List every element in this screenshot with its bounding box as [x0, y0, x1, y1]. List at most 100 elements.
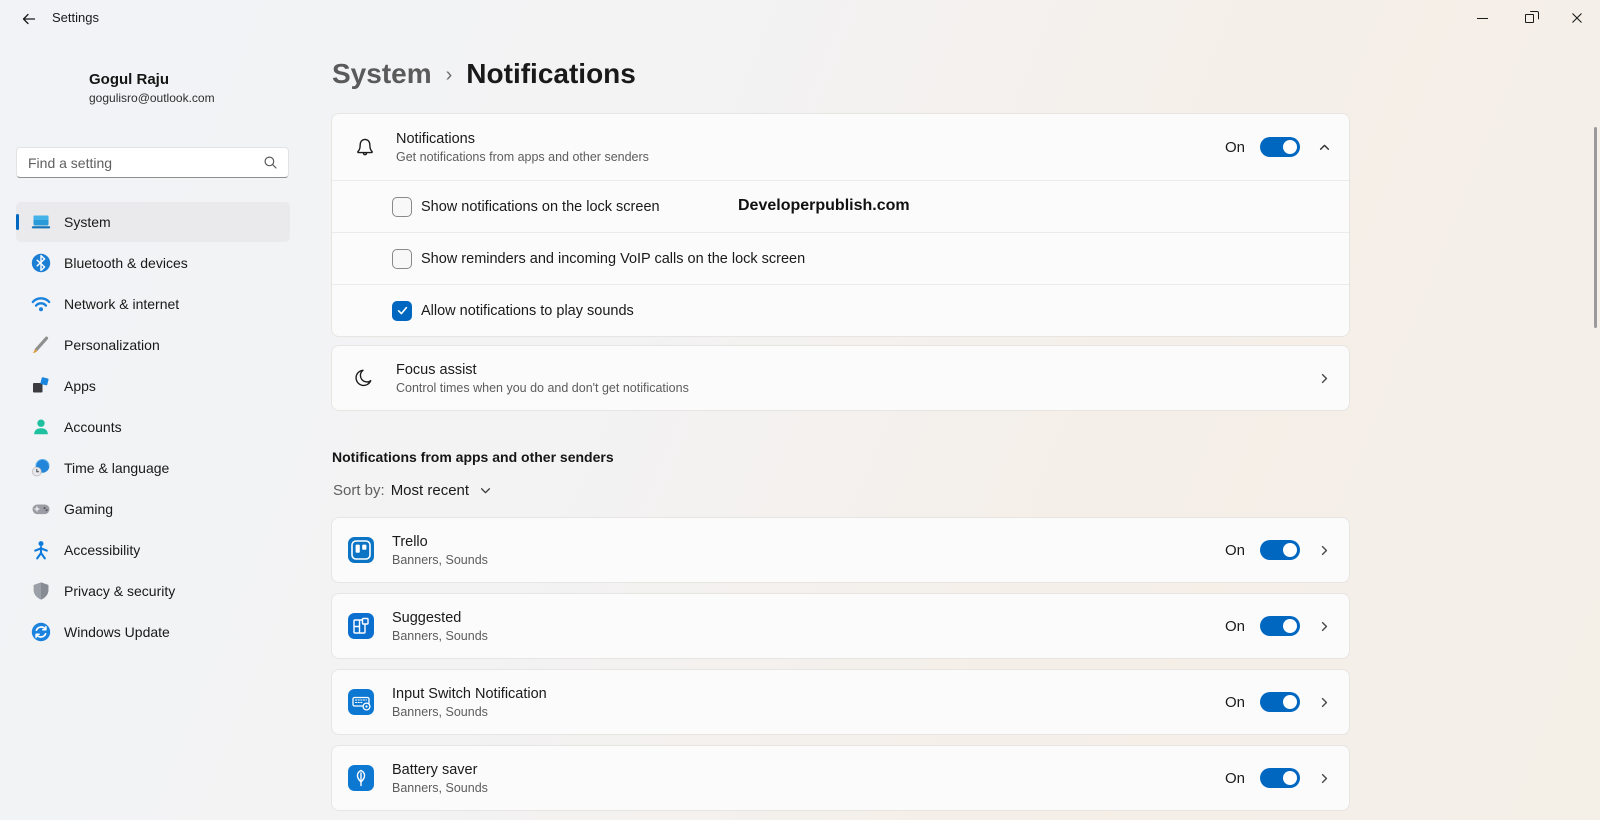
sidebar-item-label: Time & language	[64, 460, 170, 476]
moon-icon	[353, 366, 377, 390]
voip-calls-checkbox[interactable]	[392, 248, 412, 269]
sort-value: Most recent	[390, 482, 470, 499]
sidebar-item-privacy-security[interactable]: Privacy & security	[16, 571, 290, 611]
battery-saver-icon	[347, 764, 375, 792]
toggle-knob	[1283, 771, 1297, 785]
watermark-text: Developerpublish.com	[738, 197, 910, 214]
apps-icon	[30, 375, 52, 397]
app-name: Input Switch Notification	[392, 685, 547, 702]
sidebar-item-windows-update[interactable]: Windows Update	[16, 612, 290, 652]
breadcrumb-system[interactable]: System	[332, 58, 432, 90]
titlebar: Settings	[0, 0, 1600, 36]
chevron-right-icon	[1315, 769, 1333, 787]
search-icon	[263, 155, 278, 170]
sidebar-item-apps[interactable]: Apps	[16, 366, 290, 406]
sort-dropdown[interactable]: Sort by: Most recent	[333, 482, 492, 499]
lock-screen-notifications-checkbox[interactable]	[392, 196, 412, 217]
close-icon	[1571, 12, 1583, 24]
input-switch-icon	[347, 688, 375, 716]
notifications-toggle[interactable]	[1260, 137, 1300, 157]
trello-icon	[347, 536, 375, 564]
system-icon	[30, 211, 52, 233]
bell-icon	[353, 135, 377, 159]
chevron-right-icon	[1315, 369, 1333, 387]
chevron-right-icon	[1315, 617, 1333, 635]
notifications-subtitle: Get notifications from apps and other se…	[396, 149, 649, 164]
play-sounds-checkbox[interactable]	[392, 300, 412, 321]
restore-icon	[1525, 13, 1534, 23]
app-toggle-label: On	[1224, 769, 1245, 787]
notifications-expander: Notifications Get notifications from app…	[331, 113, 1350, 337]
app-name: Battery saver	[392, 761, 478, 778]
account-profile[interactable]: Gogul Raju gogulisro@outlook.com	[16, 58, 215, 118]
app-toggle-label: On	[1224, 693, 1245, 711]
focus-assist-title: Focus assist	[396, 361, 477, 378]
search-input[interactable]	[17, 154, 263, 171]
toggle-knob	[1283, 619, 1297, 633]
accounts-icon	[30, 416, 52, 438]
scrollbar[interactable]	[1594, 127, 1597, 328]
focus-assist-subtitle: Control times when you do and don't get …	[396, 380, 689, 395]
sidebar-item-accounts[interactable]: Accounts	[16, 407, 290, 447]
close-button[interactable]	[1553, 0, 1600, 36]
app-name: Suggested	[392, 609, 462, 626]
voip-calls-row: Show reminders and incoming VoIP calls o…	[332, 232, 1349, 284]
page-title: Notifications	[466, 58, 636, 89]
network-icon	[30, 293, 52, 315]
restore-button[interactable]	[1506, 0, 1553, 36]
sidebar-item-label: System	[64, 214, 111, 230]
chevron-up-icon[interactable]	[1315, 138, 1333, 156]
gaming-icon	[30, 498, 52, 520]
search-box[interactable]	[16, 147, 289, 178]
lock-screen-notifications-row: Show notifications on the lock screen De…	[332, 180, 1349, 232]
app-toggle[interactable]	[1260, 768, 1300, 788]
app-toggle-label: On	[1224, 617, 1245, 635]
suggested-icon	[347, 612, 375, 640]
sidebar-item-time-language[interactable]: Time & language	[16, 448, 290, 488]
sidebar-item-network-internet[interactable]: Network & internet	[16, 284, 290, 324]
sidebar-item-label: Bluetooth & devices	[64, 255, 188, 271]
check-icon	[396, 304, 409, 317]
back-button[interactable]	[12, 5, 46, 33]
selected-indicator	[16, 214, 19, 230]
arrow-left-icon	[21, 11, 37, 27]
app-detail: Banners, Sounds	[392, 780, 488, 795]
app-row-trello[interactable]: Trello Banners, Sounds On	[331, 517, 1350, 583]
minimize-icon	[1477, 17, 1488, 19]
notifications-header-row[interactable]: Notifications Get notifications from app…	[332, 114, 1349, 180]
sidebar-item-label: Gaming	[64, 501, 114, 517]
app-toggle[interactable]	[1260, 692, 1300, 712]
app-toggle[interactable]	[1260, 540, 1300, 560]
app-detail: Banners, Sounds	[392, 628, 488, 643]
focus-assist-row[interactable]: Focus assist Control times when you do a…	[331, 345, 1350, 411]
windows-update-icon	[30, 621, 52, 643]
sidebar-item-label: Accessibility	[64, 542, 141, 558]
app-title: Settings	[52, 10, 99, 25]
sidebar-nav: System Bluetooth & devices Network & int…	[16, 202, 290, 653]
accessibility-icon	[30, 539, 52, 561]
sidebar-item-label: Network & internet	[64, 296, 180, 312]
notifications-title: Notifications	[396, 130, 475, 147]
breadcrumb: System › Notifications	[332, 58, 636, 90]
app-row-input-switch[interactable]: Input Switch Notification Banners, Sound…	[331, 669, 1350, 735]
sidebar-item-gaming[interactable]: Gaming	[16, 489, 290, 529]
app-name: Trello	[392, 533, 428, 550]
chevron-down-icon	[479, 484, 492, 497]
bluetooth-icon	[30, 252, 52, 274]
toggle-knob	[1283, 140, 1297, 154]
minimize-button[interactable]	[1459, 0, 1506, 36]
sidebar-item-accessibility[interactable]: Accessibility	[16, 530, 290, 570]
play-sounds-row: Allow notifications to play sounds	[332, 284, 1349, 336]
main-content: System › Notifications Notifications Get…	[331, 36, 1350, 820]
sidebar-item-label: Apps	[64, 378, 96, 394]
sidebar-item-bluetooth-devices[interactable]: Bluetooth & devices	[16, 243, 290, 283]
app-row-battery-saver[interactable]: Battery saver Banners, Sounds On	[331, 745, 1350, 811]
app-row-suggested[interactable]: Suggested Banners, Sounds On	[331, 593, 1350, 659]
sidebar-item-personalization[interactable]: Personalization	[16, 325, 290, 365]
sidebar-item-system[interactable]: System	[16, 202, 290, 242]
privacy-security-icon	[30, 580, 52, 602]
app-detail: Banners, Sounds	[392, 552, 488, 567]
personalization-icon	[30, 334, 52, 356]
app-toggle[interactable]	[1260, 616, 1300, 636]
sidebar-item-label: Accounts	[64, 419, 122, 435]
